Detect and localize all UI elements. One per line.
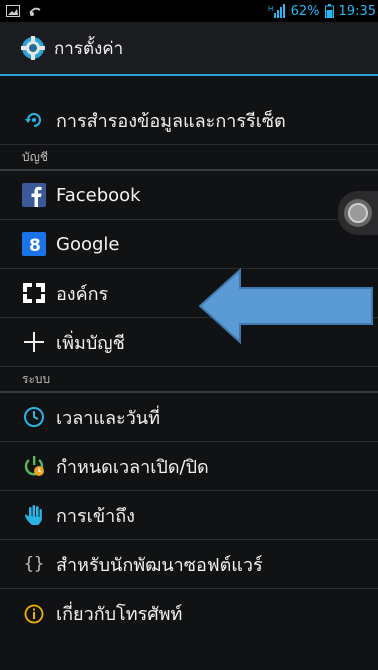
menu-item-facebook[interactable]: Facebook: [0, 171, 378, 220]
corporate-icon: [22, 281, 46, 305]
status-right: H 62% 19:35: [268, 4, 378, 19]
menu-item-label: Google: [56, 233, 120, 255]
accessibility-hand-icon: [22, 503, 46, 527]
menu-item-accessibility[interactable]: การเข้าถึง: [0, 491, 378, 540]
backup-restore-icon: [22, 108, 46, 132]
menu-item-label: เพิ่มบัญชี: [56, 332, 125, 354]
battery-percent: 62%: [290, 3, 320, 19]
braces-icon: {}: [23, 554, 45, 574]
menu-item-label: เวลาและวันที่: [56, 407, 160, 429]
menu-item-backup-reset[interactable]: การสำรองข้อมูลและการรีเซ็ต: [0, 96, 378, 145]
google-icon: 8: [22, 232, 46, 256]
clock-icon: [22, 405, 46, 429]
info-icon: [22, 602, 46, 626]
assistive-touch-ring: [344, 199, 372, 227]
menu-item-developer-options[interactable]: {} สำหรับนักพัฒนาซอฟต์แวร์: [0, 540, 378, 589]
sync-notification-icon: [29, 7, 41, 16]
power-schedule-icon: [22, 454, 46, 478]
section-header-accounts: บัญชี: [0, 145, 378, 171]
status-left: [0, 5, 42, 17]
facebook-icon: [22, 183, 46, 207]
menu-item-label: เกี่ยวกับโทรศัพท์: [56, 604, 183, 625]
svg-text:H: H: [268, 5, 273, 13]
menu-item-label: การสำรองข้อมูลและการรีเซ็ต: [56, 110, 286, 132]
menu-item-date-time[interactable]: เวลาและวันที่: [0, 393, 378, 442]
menu-item-google[interactable]: 8 Google: [0, 220, 378, 269]
menu-item-power-schedule[interactable]: กำหนดเวลาเปิด/ปิด: [0, 442, 378, 491]
gallery-notification-icon: [6, 5, 20, 17]
settings-list: การสำรองข้อมูลและการรีเซ็ต บัญชี Faceboo…: [0, 96, 378, 638]
page-title: การตั้งค่า: [54, 38, 124, 59]
assistive-touch-dot: [348, 203, 368, 223]
menu-item-label: สำหรับนักพัฒนาซอฟต์แวร์: [56, 554, 263, 576]
settings-gear-icon[interactable]: [20, 35, 46, 61]
annotation-arrow: [198, 267, 373, 345]
menu-item-label: องค์กร: [56, 283, 109, 305]
assistive-touch-icon[interactable]: [338, 191, 378, 235]
clock-time: 19:35: [338, 3, 376, 19]
menu-item-label: Facebook: [56, 184, 141, 206]
section-header-system: ระบบ: [0, 367, 378, 393]
svg-text:8: 8: [29, 236, 41, 256]
signal-icon: H: [268, 4, 285, 18]
battery-icon: [324, 4, 334, 18]
menu-item-about-phone[interactable]: เกี่ยวกับโทรศัพท์: [0, 589, 378, 638]
menu-item-label: กำหนดเวลาเปิด/ปิด: [56, 456, 209, 478]
plus-icon: [22, 330, 46, 354]
action-bar: การตั้งค่า: [0, 22, 378, 76]
menu-item-label: การเข้าถึง: [56, 505, 135, 527]
status-bar: H 62% 19:35: [0, 0, 378, 22]
